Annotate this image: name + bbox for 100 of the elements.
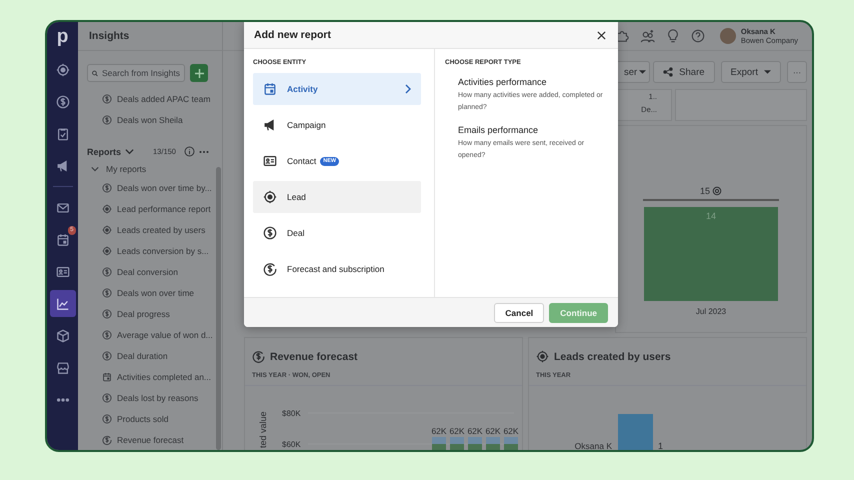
scrollbar[interactable]: [216, 167, 221, 450]
target-icon: [712, 186, 722, 196]
section-title[interactable]: Reports: [87, 146, 122, 156]
info-icon[interactable]: [184, 146, 195, 157]
target-icon: [102, 224, 112, 234]
stacked-bar: [468, 437, 482, 450]
share-icon: [663, 67, 674, 77]
dollar-icon: [102, 94, 112, 104]
target-icon: [102, 246, 112, 256]
sidebar-item[interactable]: Average value of won d...: [78, 324, 222, 345]
chevron-icon[interactable]: [125, 147, 134, 156]
sidebar-item[interactable]: Deal progress: [78, 303, 222, 324]
sidebar-item[interactable]: Deal duration: [78, 345, 222, 366]
sidebar-item[interactable]: Leads conversion by s...: [78, 240, 222, 261]
bar-label: 62K: [449, 426, 465, 436]
help-icon[interactable]: [690, 29, 705, 43]
dollar-icon: [56, 94, 70, 108]
calendar-icon: [263, 82, 277, 96]
share-button[interactable]: Share: [653, 61, 715, 83]
axis-label: Jul 2023: [696, 307, 726, 316]
dollar-icon: [102, 392, 112, 402]
dollar-icon: [102, 308, 112, 318]
more-button[interactable]: ···: [787, 61, 807, 83]
box-icon: [56, 328, 70, 342]
dollar-icon: [102, 114, 112, 124]
megaphone-icon: [56, 158, 70, 172]
dollar-icon: [102, 350, 112, 360]
caret-icon: [639, 70, 646, 74]
sidebar-item[interactable]: Deals won over time: [78, 282, 222, 303]
dollar-icon: [102, 414, 112, 424]
entity-option[interactable]: Forecast and subscription: [253, 253, 421, 285]
sidebar-item[interactable]: Deal conversion: [78, 261, 222, 282]
add-user-icon[interactable]: [640, 28, 655, 44]
lightbulb-icon[interactable]: [666, 29, 680, 43]
bar-value: 14: [706, 211, 716, 223]
sidebar-item[interactable]: Activities completed an...: [78, 366, 222, 387]
stacked-bar: [486, 437, 500, 450]
sidebar-item[interactable]: Deals added APAC team: [78, 88, 222, 109]
entity-option[interactable]: Campaign: [253, 109, 421, 141]
dropdown-button[interactable]: Export: [720, 61, 781, 83]
sidebar-item[interactable]: Products sold: [78, 408, 222, 429]
dollar-icon: [102, 330, 112, 340]
dollar-icon: [102, 266, 112, 276]
sidebar-item[interactable]: Deals lost by reasons: [78, 387, 222, 408]
cancel-button[interactable]: Cancel: [494, 302, 544, 322]
dollar-icon: [102, 288, 112, 298]
close-button[interactable]: [595, 28, 608, 42]
search-field[interactable]: Search from Insights: [87, 64, 185, 82]
sidebar-title: Insights: [89, 30, 130, 42]
close-icon: [597, 30, 606, 40]
plus-icon: [194, 68, 204, 78]
tick-label: $60K: [282, 440, 301, 449]
sidebar-item[interactable]: Leads created by users: [78, 219, 222, 240]
chevron-right-icon: [405, 84, 411, 94]
card-title: Revenue forecast: [270, 350, 358, 362]
caret-icon: [764, 70, 771, 74]
continue-button[interactable]: Continue: [549, 302, 608, 322]
bar-value: 1: [658, 441, 664, 450]
stacked-bar: [450, 437, 464, 450]
mail-icon: [56, 200, 70, 214]
entity-option[interactable]: Activity: [253, 73, 421, 105]
dollar-icon: [263, 226, 277, 240]
search-icon: [92, 68, 98, 78]
bar-label: 62K: [431, 426, 447, 436]
checklist-icon: [56, 126, 70, 140]
sidebar-item[interactable]: Deals won over time by...: [78, 177, 222, 198]
stacked-bar: [432, 437, 446, 450]
bar-label: 62K: [503, 426, 519, 436]
axis-label: Oksana K: [574, 441, 612, 450]
contact-card-icon: [56, 264, 70, 278]
bar-label: 62K: [467, 426, 483, 436]
target-icon: [263, 190, 277, 204]
sidebar-item[interactable]: Lead performance report: [78, 198, 222, 219]
add-button[interactable]: [190, 64, 208, 82]
nav-button[interactable]: [50, 290, 76, 317]
sidebar-item[interactable]: Deals won Sheila: [78, 109, 222, 130]
store-icon: [56, 360, 70, 374]
target-icon: [56, 62, 70, 76]
folder-item[interactable]: My reports: [78, 157, 222, 177]
card-title: Leads created by users: [554, 350, 671, 362]
entity-option[interactable]: Deal: [253, 217, 421, 249]
calendar-icon: [56, 232, 70, 246]
axis-title: ted value: [258, 411, 268, 448]
app-logo[interactable]: p: [56, 26, 68, 48]
forecast-icon: [102, 434, 112, 444]
contact-card-icon: [263, 154, 277, 168]
goal-label: 15: [700, 186, 710, 196]
tick-label: $80K: [282, 409, 301, 418]
chart-bar: [618, 414, 653, 450]
dialog-title: Add new report: [254, 29, 332, 41]
entity-option[interactable]: Lead: [253, 181, 421, 213]
dollar-icon: [102, 182, 112, 192]
chart-icon: [56, 296, 70, 310]
stacked-bar: [504, 437, 518, 450]
forecast-icon: [263, 262, 277, 276]
sidebar-item[interactable]: Revenue forecast: [78, 429, 222, 450]
calendar-icon: [102, 372, 112, 382]
more-icon[interactable]: [198, 150, 209, 154]
target-icon: [536, 350, 549, 363]
bar-label: 62K: [485, 426, 501, 436]
